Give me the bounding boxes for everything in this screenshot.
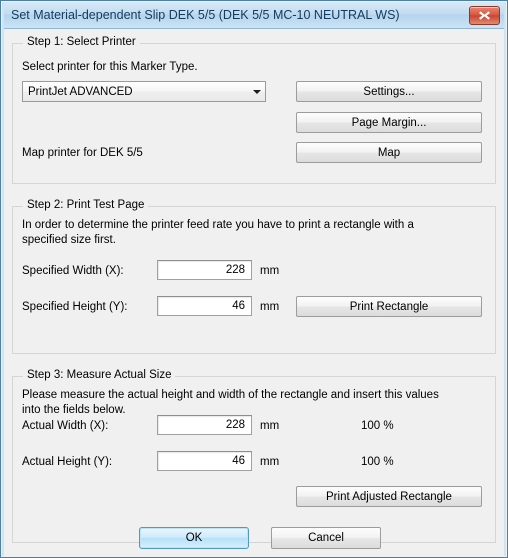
- chevron-down-icon: [248, 89, 265, 94]
- actual-width-percent: 100 %: [361, 420, 394, 432]
- print-test-page-instruction: In order to determine the printer feed r…: [22, 219, 414, 246]
- map-button[interactable]: Map: [296, 142, 482, 163]
- actual-height-label: Actual Height (Y):: [22, 456, 113, 468]
- group-step-1-legend: Step 1: Select Printer: [23, 36, 140, 48]
- map-printer-label: Map printer for DEK 5/5: [22, 147, 143, 159]
- footer-separator: [12, 549, 496, 550]
- actual-height-unit: mm: [260, 456, 280, 468]
- specified-height-unit: mm: [260, 301, 280, 313]
- group-step-3-legend: Step 3: Measure Actual Size: [23, 369, 176, 381]
- specified-width-unit: mm: [260, 265, 280, 277]
- specified-height-input[interactable]: 46: [157, 296, 252, 316]
- printer-select-value: PrintJet ADVANCED: [28, 85, 133, 98]
- close-x-icon: [478, 10, 491, 21]
- measure-actual-size-instruction: Please measure the actual height and wid…: [22, 389, 439, 416]
- cancel-button[interactable]: Cancel: [271, 527, 381, 549]
- actual-height-percent: 100 %: [361, 456, 394, 468]
- group-step-2-legend: Step 2: Print Test Page: [23, 199, 149, 211]
- print-adjusted-rectangle-button[interactable]: Print Adjusted Rectangle: [296, 486, 482, 507]
- actual-width-label: Actual Width (X):: [22, 420, 109, 432]
- close-button[interactable]: [469, 6, 500, 25]
- specified-width-label: Specified Width (X):: [22, 265, 124, 277]
- specified-width-input[interactable]: 228: [157, 260, 252, 280]
- select-printer-instruction: Select printer for this Marker Type.: [22, 61, 198, 73]
- dialog-window: Set Material-dependent Slip DEK 5/5 (DEK…: [0, 0, 508, 558]
- specified-height-label: Specified Height (Y):: [22, 301, 128, 313]
- ok-button[interactable]: OK: [139, 527, 249, 549]
- print-rectangle-button[interactable]: Print Rectangle: [296, 296, 482, 317]
- page-margin-button[interactable]: Page Margin...: [296, 112, 482, 133]
- dialog-content: Step 1: Select Printer Select printer fo…: [4, 29, 504, 556]
- window-title: Set Material-dependent Slip DEK 5/5 (DEK…: [11, 8, 400, 22]
- actual-width-unit: mm: [260, 420, 280, 432]
- actual-width-input[interactable]: 228: [157, 415, 252, 435]
- settings-button[interactable]: Settings...: [296, 81, 482, 102]
- title-bar: Set Material-dependent Slip DEK 5/5 (DEK…: [2, 2, 506, 29]
- actual-height-input[interactable]: 46: [157, 451, 252, 471]
- printer-select[interactable]: PrintJet ADVANCED: [22, 81, 266, 102]
